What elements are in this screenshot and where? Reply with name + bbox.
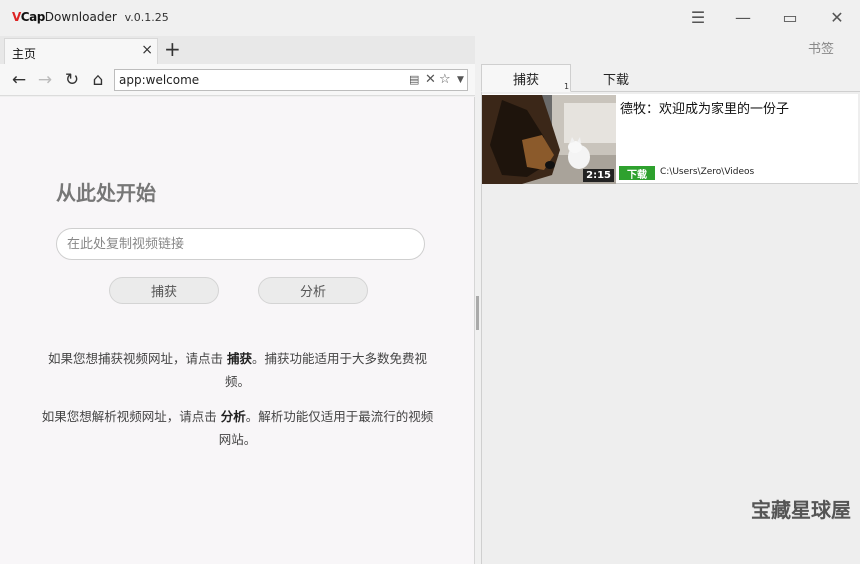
capture-hint: 如果您想捕获视频网址，请点击 捕获。捕获功能适用于大多数免费视频。: [47, 351, 428, 389]
new-tab-button[interactable]: +: [164, 38, 181, 60]
app-title: VCapDownloader v.0.1.25: [12, 10, 169, 24]
welcome-page: 从此处开始 捕获 分析 如果您想捕获视频网址，请点击 捕获。捕获功能适用于大多数…: [0, 97, 475, 564]
reload-icon[interactable]: ↻: [61, 69, 83, 91]
tab-capture-label: 捕获: [512, 72, 539, 88]
app-version: v.0.1.25: [124, 11, 169, 24]
tab-download[interactable]: 下载: [571, 64, 661, 92]
app-logo: VCap: [12, 10, 45, 24]
close-window-button[interactable]: ✕: [825, 6, 849, 28]
analyze-button[interactable]: 分析: [258, 277, 368, 304]
save-path[interactable]: C:\Users\Zero\Videos: [660, 167, 754, 177]
splitter-grip[interactable]: [476, 296, 479, 330]
address-text[interactable]: app:welcome: [119, 73, 199, 87]
menu-icon[interactable]: ☰: [686, 6, 710, 28]
back-icon[interactable]: ←: [8, 69, 30, 91]
page-title: 从此处开始: [56, 181, 156, 205]
analyze-hint: 如果您想解析视频网址，请点击 分析。解析功能仅适用于最流行的视频网站。: [41, 409, 434, 447]
star-icon[interactable]: ☆: [439, 72, 451, 87]
tab-close-icon[interactable]: ×: [141, 42, 153, 58]
video-title: 德牧：欢迎成为家里的一份子: [620, 102, 790, 117]
tab-home[interactable]: 主页 ×: [4, 38, 158, 64]
home-icon[interactable]: ⌂: [87, 69, 109, 91]
navigation-bar: ← → ↻ ⌂ app:welcome ▤ ✕ ☆ ▼: [0, 64, 475, 96]
bookmarks-button[interactable]: 书签: [808, 38, 834, 57]
list-item[interactable]: 2:15 德牧：欢迎成为家里的一份子 下载 C:\Users\Zero\Vide…: [482, 94, 858, 184]
address-bar[interactable]: app:welcome ▤ ✕ ☆ ▼: [114, 69, 468, 91]
title-bar: VCapDownloader v.0.1.25 ☰ — ▭ ✕: [0, 0, 860, 36]
video-duration: 2:15: [583, 169, 614, 182]
tab-capture[interactable]: 捕获 1: [481, 64, 571, 92]
watermark: 宝藏星球屋: [751, 498, 851, 522]
clear-icon[interactable]: ✕: [425, 72, 436, 87]
video-thumbnail[interactable]: 2:15: [482, 95, 616, 184]
right-tab-bar: 捕获 1 下载: [481, 64, 860, 92]
app-name: Downloader: [44, 10, 117, 24]
dropdown-icon[interactable]: ▼: [457, 75, 464, 85]
tab-strip: 主页 × +: [0, 36, 475, 64]
capture-button[interactable]: 捕获: [109, 277, 219, 304]
minimize-button[interactable]: —: [731, 6, 755, 28]
video-url-input[interactable]: [56, 228, 425, 260]
capture-count: 1: [564, 82, 570, 91]
maximize-button[interactable]: ▭: [778, 6, 802, 28]
page-icon[interactable]: ▤: [409, 73, 419, 86]
tab-label: 主页: [12, 47, 37, 61]
download-button[interactable]: 下载: [619, 166, 655, 181]
forward-icon[interactable]: →: [34, 69, 56, 91]
